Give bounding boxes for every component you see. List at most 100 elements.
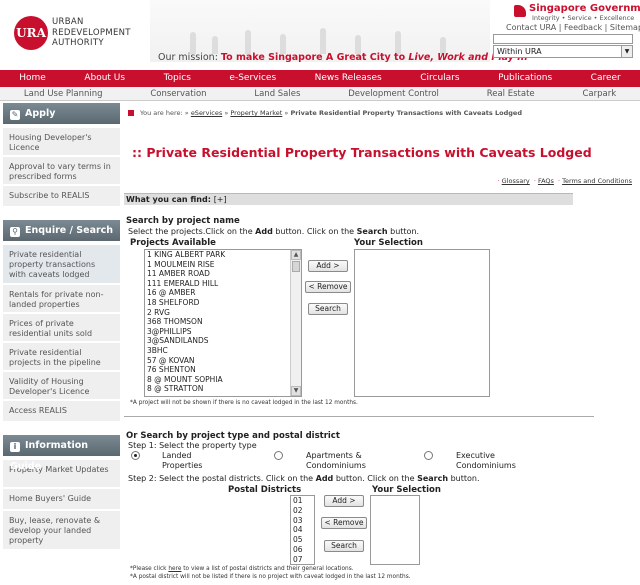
- radio-apartments[interactable]: [274, 451, 283, 460]
- gov-title: Singapore Government: [529, 3, 640, 14]
- remove-project-button[interactable]: < Remove: [305, 281, 351, 293]
- radio-executive[interactable]: [424, 451, 433, 460]
- section-divider: [124, 416, 594, 417]
- link-faqs[interactable]: FAQs: [538, 177, 554, 185]
- postal-districts-here-link[interactable]: here: [168, 566, 181, 572]
- scroll-thumb[interactable]: [292, 261, 300, 272]
- subnav-land-sales[interactable]: Land Sales: [230, 87, 324, 101]
- utility-links[interactable]: Contact URA | Feedback | Sitemap: [506, 23, 640, 32]
- sidebar-item-access-realis[interactable]: Access REALIS: [3, 401, 120, 423]
- expand-toggle[interactable]: [+]: [214, 195, 227, 204]
- nav-e-services[interactable]: e-Services: [210, 70, 295, 87]
- sidebar-item-caveats-lodged[interactable]: Private residential property transaction…: [3, 245, 120, 285]
- breadcrumb: You are here: » eServices » Property Mar…: [128, 109, 522, 117]
- sidebar-item-landed-property[interactable]: Buy, lease, renovate & develop your land…: [3, 511, 120, 551]
- banner-figure: [395, 31, 401, 54]
- nav-circulars[interactable]: Circulars: [401, 70, 479, 87]
- subnav-conservation[interactable]: Conservation: [126, 87, 230, 101]
- project-option[interactable]: 18 SHELFORD: [145, 298, 301, 308]
- project-option[interactable]: 1 MOULMEIN RISE: [145, 260, 301, 270]
- breadcrumb-property-market[interactable]: Property Market: [230, 109, 282, 117]
- district-options: 01 02 03 04 05 06 07: [291, 496, 314, 564]
- search-scope-select[interactable]: Within URA ▼: [493, 45, 633, 58]
- project-option[interactable]: 3@SANDILANDS: [145, 336, 301, 346]
- selected-projects-listbox[interactable]: [354, 249, 490, 397]
- sidebar-item-rentals-private[interactable]: Rentals for private non-landed propertie…: [3, 285, 120, 314]
- project-option[interactable]: 3@PHILLIPS: [145, 327, 301, 337]
- project-option[interactable]: 2 RVG: [145, 308, 301, 318]
- sidebar-item-prices-private[interactable]: Prices of private residential units sold: [3, 314, 120, 343]
- subnav-carpark[interactable]: Carpark: [559, 87, 640, 101]
- singapore-government-logo[interactable]: Singapore Government Integrity • Service…: [514, 3, 640, 22]
- search-icon: ⚲: [10, 227, 20, 237]
- sidebar-item-projects-pipeline[interactable]: Private residential projects in the pipe…: [3, 343, 120, 372]
- sidebar-item-validity-licence[interactable]: Validity of Housing Developer's Licence: [3, 372, 120, 401]
- mission-statement: Our mission: To make Singapore A Great C…: [158, 52, 528, 63]
- instr-text: Select the projects.Click on the: [128, 227, 256, 236]
- district-option[interactable]: 02: [291, 506, 314, 516]
- project-option[interactable]: 16 @ AMBER: [145, 288, 301, 298]
- nav-topics[interactable]: Topics: [144, 70, 210, 87]
- note-text: to view a list of postal districts and t…: [181, 566, 354, 572]
- remove-district-button[interactable]: < Remove: [321, 517, 367, 529]
- sidebar-item-subscribe-realis[interactable]: Subscribe to REALIS: [3, 186, 120, 208]
- site-search-input[interactable]: [493, 34, 633, 44]
- add-project-button[interactable]: Add >: [308, 260, 348, 272]
- info-icon: i: [10, 442, 20, 452]
- sidebar-section-enquire: ⚲ Enquire / Search: [3, 220, 120, 241]
- note-text: *Please click: [130, 566, 169, 572]
- instr-text: button.: [387, 227, 420, 236]
- project-option[interactable]: 11 AMBER ROAD: [145, 269, 301, 279]
- scrollbar[interactable]: ▲ ▼: [290, 250, 301, 396]
- nav-about-us[interactable]: About Us: [65, 70, 144, 87]
- search-project-button[interactable]: Search: [308, 303, 348, 315]
- link-glossary[interactable]: Glossary: [502, 177, 530, 185]
- instr-text: button. Click on the: [272, 227, 357, 236]
- project-option[interactable]: 3BHC: [145, 346, 301, 356]
- banner-figure: [190, 32, 196, 54]
- sidebar-item-housing-developers-licence[interactable]: Housing Developer's Licence: [3, 128, 120, 157]
- instr-search: Search: [356, 227, 388, 236]
- org-line: REDEVELOPMENT: [52, 27, 131, 38]
- subnav-development-control[interactable]: Development Control: [324, 87, 462, 101]
- district-option[interactable]: 05: [291, 535, 314, 545]
- project-option[interactable]: 57 @ KOVAN: [145, 356, 301, 366]
- link-terms[interactable]: Terms and Conditions: [562, 177, 632, 185]
- district-option[interactable]: 06: [291, 545, 314, 555]
- district-option[interactable]: 01: [291, 496, 314, 506]
- chevron-down-icon[interactable]: ▼: [621, 46, 632, 57]
- project-option[interactable]: 8 @ STRATTON: [145, 384, 301, 394]
- ura-logo[interactable]: URA: [14, 16, 48, 50]
- sidebar-item-home-buyers-guide[interactable]: Home Buyers' Guide: [3, 489, 120, 511]
- projects-listbox[interactable]: 1 KING ALBERT PARK 1 MOULMEIN RISE 11 AMBE…: [144, 249, 302, 397]
- district-option[interactable]: 07: [291, 555, 314, 564]
- what-you-can-find-bar[interactable]: What you can find: [+]: [124, 193, 573, 205]
- project-option[interactable]: 111 EMERALD HILL: [145, 279, 301, 289]
- scope-value: Within URA: [497, 47, 542, 56]
- mission-red: To make Singapore A Great City to: [220, 52, 409, 63]
- selected-districts-listbox[interactable]: [370, 495, 420, 565]
- radio-landed[interactable]: [131, 451, 140, 460]
- step2-label: Step 2: Select the postal districts. Cli…: [128, 474, 480, 483]
- districts-listbox[interactable]: 01 02 03 04 05 06 07: [290, 495, 315, 565]
- postal-districts-label: Postal Districts: [228, 485, 302, 495]
- sidebar-item-approval-vary-terms[interactable]: Approval to vary terms in prescribed for…: [3, 157, 120, 186]
- org-line: URBAN: [52, 17, 84, 27]
- search-district-button[interactable]: Search: [324, 540, 364, 552]
- project-option[interactable]: 76 SHENTON: [145, 365, 301, 375]
- project-option[interactable]: 368 THOMSON: [145, 317, 301, 327]
- scroll-down-icon[interactable]: ▼: [291, 386, 301, 396]
- scroll-up-icon[interactable]: ▲: [291, 250, 301, 260]
- nav-news-releases[interactable]: News Releases: [295, 70, 401, 87]
- add-district-button[interactable]: Add >: [324, 495, 364, 507]
- project-option[interactable]: 1 KING ALBERT PARK: [145, 250, 301, 260]
- subnav-land-use-planning[interactable]: Land Use Planning: [0, 87, 126, 101]
- district-option[interactable]: 03: [291, 516, 314, 526]
- breadcrumb-eservices[interactable]: eServices: [191, 109, 222, 117]
- project-option[interactable]: 8 @ MOUNT SOPHIA: [145, 375, 301, 385]
- nav-publications[interactable]: Publications: [479, 70, 572, 87]
- nav-career[interactable]: Career: [571, 70, 640, 87]
- subnav-real-estate[interactable]: Real Estate: [463, 87, 559, 101]
- nav-home[interactable]: Home: [0, 70, 65, 87]
- district-option[interactable]: 04: [291, 525, 314, 535]
